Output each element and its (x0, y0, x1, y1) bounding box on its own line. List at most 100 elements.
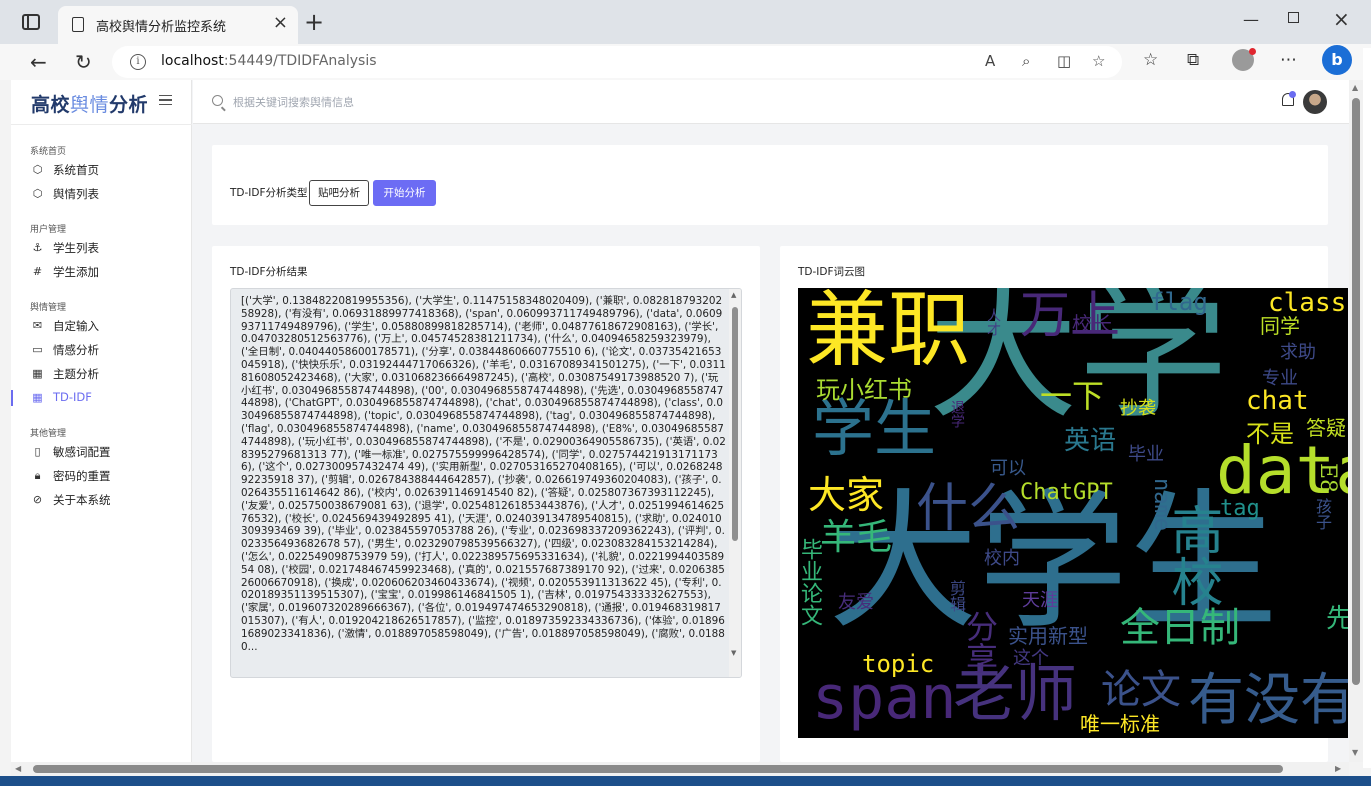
close-window-icon[interactable]: × (1333, 7, 1350, 31)
result-textarea[interactable]: [('大学', 0.13848220819955356), ('大学生', 0.… (230, 288, 742, 678)
wordcloud-word: class (1268, 288, 1347, 318)
taskbar (0, 776, 1371, 786)
sidebar-item-opinion-list[interactable]: ⬡ 舆情列表 (30, 184, 180, 204)
sidebar-item-topic[interactable]: ▦ 主题分析 (30, 364, 180, 384)
sidebar-item-student-add[interactable]: # 学生添加 (30, 262, 180, 282)
wordcloud-word: 羊毛 (820, 517, 893, 558)
info-icon[interactable]: i (130, 54, 146, 70)
result-card: TD-IDF分析结果 [('大学', 0.13848220819955356),… (212, 246, 760, 762)
scrollbar-thumb[interactable] (33, 765, 1283, 773)
split-screen-icon[interactable]: ◫ (1057, 52, 1071, 70)
sidebar-item-custom-input[interactable]: ✉ 自定输入 (30, 316, 180, 336)
favorites-icon[interactable]: ☆ (1143, 50, 1158, 70)
page-scrollbar[interactable]: ▲ ▼ (1349, 80, 1363, 762)
wordcloud-word: 有没有 (1188, 668, 1348, 733)
start-analysis-button[interactable]: 开始分析 (373, 180, 436, 206)
analysis-controls-card: TD-IDF分析类型 贴吧分析 开始分析 (212, 145, 1328, 225)
wordcloud-word: 专业 (1262, 368, 1298, 389)
copilot-icon[interactable]: b (1322, 45, 1352, 75)
minimize-icon[interactable]: — (1243, 10, 1259, 29)
wordcloud-word: 毕业论文 (798, 538, 822, 626)
tab-bar: 高校舆情分析监控系统 × + — × (0, 0, 1371, 44)
sidebar-item-tdidf[interactable]: ▦ TD-IDF (30, 388, 180, 408)
phone-icon: ▯ (34, 445, 41, 458)
tab-title: 高校舆情分析监控系统 (96, 20, 227, 35)
wordcloud-image: 大学大学生兼职dataspan老师有没有学生万上什么全日制论文高校大家羊毛一下玩… (798, 288, 1348, 738)
scroll-right-icon[interactable]: ▶ (1335, 764, 1341, 773)
new-tab-icon[interactable]: + (304, 8, 324, 36)
wordcloud-word: 毕业 (1128, 444, 1164, 465)
wordcloud-word: 什么 (916, 479, 1021, 539)
wordcloud-word: chat (1246, 386, 1309, 416)
cube-icon: ⬡ (32, 163, 43, 176)
address-bar: ← ↻ i localhost:54449/TDIDFAnalysis A ⌕ … (0, 44, 1371, 80)
analysis-type-label: TD-IDF分析类型 (230, 187, 308, 199)
sidebar-item-sentiment[interactable]: ▭ 情感分析 (30, 340, 180, 360)
search-input[interactable] (233, 92, 633, 112)
wordcloud-word: name (1149, 478, 1174, 531)
wordcloud-word: 全日制 (1120, 605, 1240, 651)
collections-icon[interactable]: ⧉ (1187, 50, 1199, 70)
back-icon[interactable]: ← (30, 48, 47, 76)
page-icon (72, 17, 84, 32)
wordcloud-word: 大家 (808, 473, 885, 517)
tab-close-icon[interactable]: × (273, 12, 288, 33)
sidebar-item-sensitive-words[interactable]: ▯ 敏感词配置 (30, 442, 180, 462)
wordcloud-word: E8 (1315, 463, 1340, 494)
wordcloud-word: 人才 (985, 308, 1001, 336)
wordcloud-title: TD-IDF词云图 (798, 266, 866, 278)
more-icon[interactable]: ⋯ (1280, 50, 1297, 70)
scroll-up-icon[interactable]: ▲ (731, 291, 736, 299)
wordcloud-word: 答疑 (1306, 416, 1346, 440)
search-icon (212, 95, 223, 106)
result-scrollbar[interactable]: ▲ ▼ (729, 289, 741, 677)
sidebar-item-password-reset[interactable]: 🔒︎ 密码的重置 (30, 466, 180, 486)
sidebar-item-home[interactable]: ⬡ 系统首页 (30, 160, 180, 180)
notification-dot (1289, 91, 1296, 98)
scroll-down-icon[interactable]: ▼ (731, 649, 736, 657)
wordcloud-word: 校内 (984, 548, 1020, 569)
mail-icon: ✉ (32, 319, 43, 332)
sidebar-item-about[interactable]: ⊘ 关于本系统 (30, 490, 180, 510)
favorite-add-icon[interactable]: ☆ (1092, 52, 1105, 70)
wordcloud-word: 一下 (1040, 377, 1105, 415)
zoom-icon[interactable]: ⌕ (1022, 52, 1030, 70)
scrollbar-thumb[interactable] (1352, 98, 1360, 685)
desktop-peek (1363, 48, 1371, 768)
wordcloud-word: 友爱 (838, 592, 874, 613)
wordcloud-word: 唯一标准 (1080, 712, 1160, 736)
sidebar-item-student-list[interactable]: ⚓ 学生列表 (30, 238, 180, 258)
url-text: localhost:54449/TDIDFAnalysis (161, 53, 377, 69)
wordcloud-word: 实用新型 (1008, 624, 1088, 648)
menu-toggle-icon[interactable] (159, 95, 172, 105)
scroll-down-icon[interactable]: ▼ (1352, 748, 1358, 757)
read-aloud-icon[interactable]: A (985, 52, 995, 70)
calendar-icon: ▦ (32, 367, 43, 380)
avatar[interactable] (1303, 90, 1327, 114)
group-title: 系统首页 (30, 147, 67, 157)
tieba-analysis-button[interactable]: 贴吧分析 (309, 180, 369, 206)
wordcloud-word: 学生 (812, 392, 937, 465)
calendar-icon: ▦ (32, 391, 43, 404)
wordcloud-word: 可以 (990, 458, 1026, 479)
browser-tab[interactable]: 高校舆情分析监控系统 × (58, 6, 298, 44)
cube-icon: ⬡ (32, 187, 43, 200)
scroll-left-icon[interactable]: ◀ (15, 764, 21, 773)
wordcloud-word: 同学 (1260, 314, 1300, 338)
profile-icon[interactable] (1232, 48, 1256, 71)
scrollbar-thumb[interactable] (732, 307, 738, 541)
maximize-icon[interactable] (1288, 12, 1299, 23)
url-field[interactable]: i localhost:54449/TDIDFAnalysis A ⌕ ◫ ☆ (112, 46, 1122, 78)
horizontal-scrollbar[interactable]: ◀ ▶ (11, 762, 1349, 776)
eye-off-icon: ⊘ (32, 493, 43, 506)
refresh-icon[interactable]: ↻ (75, 48, 92, 76)
wordcloud-word: 抄袭 (1120, 398, 1156, 419)
hash-icon: # (32, 265, 43, 278)
scroll-up-icon[interactable]: ▲ (1352, 83, 1358, 92)
result-text: [('大学', 0.13848220819955356), ('大学生', 0.… (241, 295, 726, 653)
wordcloud-word: 天涯 (1022, 590, 1058, 611)
wordcloud-word: 剪辑 (947, 580, 966, 612)
tab-actions-icon[interactable] (22, 14, 40, 30)
page: 高校舆情分析 系统首页 ⬡ 系统首页 ⬡ 舆情列表 用户管理 ⚓ 学生列表 # 学生添加… (11, 80, 1349, 762)
brand-logo[interactable]: 高校舆情分析 (31, 90, 148, 117)
